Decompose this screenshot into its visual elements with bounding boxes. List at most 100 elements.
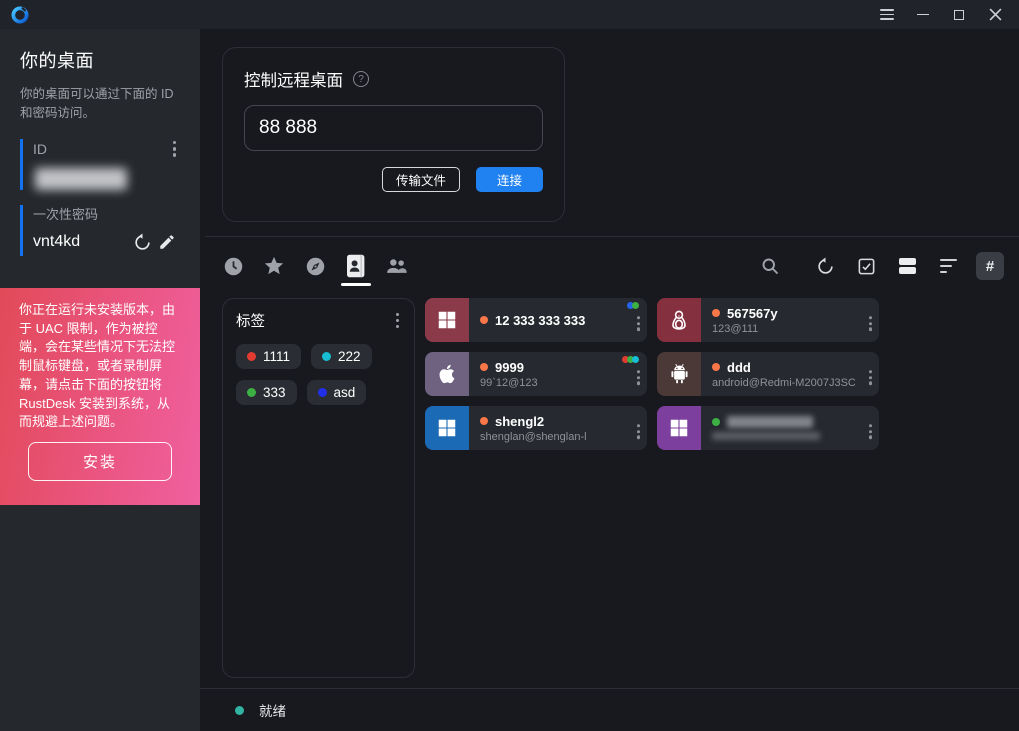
star-icon <box>263 255 285 277</box>
peer-menu-button[interactable] <box>867 361 874 387</box>
tags-menu-button[interactable] <box>394 311 402 331</box>
tab-group[interactable] <box>386 252 408 280</box>
cards-view-button[interactable] <box>894 253 920 279</box>
remote-control-title: 控制远程桌面 <box>244 67 343 91</box>
group-icon <box>385 255 409 277</box>
android-robot-icon <box>657 352 701 396</box>
peer-toolbar: # <box>200 237 1019 295</box>
peer-username: 99`12@123 <box>480 377 623 389</box>
id-block: ID <box>20 139 180 190</box>
peer-menu-button[interactable] <box>635 307 642 333</box>
tag-chip[interactable]: 333 <box>236 380 297 405</box>
help-icon[interactable]: ? <box>353 71 369 87</box>
peer-card[interactable]: shengl2 shenglan@shenglan-l <box>425 406 647 450</box>
tag-label: asd <box>334 385 356 400</box>
peer-card[interactable] <box>657 406 879 450</box>
windows-logo-icon <box>425 406 469 450</box>
refresh-icon <box>133 233 152 252</box>
peer-content: 标签 1111 222 333 <box>200 295 1019 688</box>
statusbar: 就绪 <box>200 688 1019 731</box>
peer-menu-button[interactable] <box>867 415 874 441</box>
tag-chip[interactable]: 1111 <box>236 344 301 369</box>
apple-logo-icon <box>425 352 469 396</box>
checkbox-icon <box>857 257 876 276</box>
tag-label: 1111 <box>263 349 290 364</box>
password-block: 一次性密码 vnt4kd <box>20 205 180 256</box>
peer-card[interactable]: 9999 99`12@123 <box>425 352 647 396</box>
install-button[interactable]: 安装 <box>28 442 172 481</box>
peer-name: ddd <box>727 360 751 375</box>
peer-status-dot <box>480 316 488 324</box>
close-icon <box>989 8 1002 21</box>
remote-id-input[interactable] <box>244 105 543 151</box>
maximize-icon <box>954 10 964 20</box>
desktop-description: 你的桌面可以通过下面的 ID 和密码访问。 <box>20 85 182 124</box>
peer-grid: 12 333 333 333 <box>425 298 879 450</box>
hamburger-icon <box>880 9 894 20</box>
rustdesk-logo-icon <box>10 5 30 25</box>
peer-status-dot <box>480 363 488 371</box>
tag-dot <box>247 388 256 397</box>
tab-address-book[interactable] <box>345 252 367 280</box>
tab-recent-sessions[interactable] <box>222 252 244 280</box>
sidebar: 你的桌面 你的桌面可以通过下面的 ID 和密码访问。 ID 一次性密码 vnt4… <box>0 29 200 731</box>
tags-title: 标签 <box>236 310 265 331</box>
grid-view-icon: # <box>986 258 994 275</box>
desktop-section-title: 你的桌面 <box>20 47 180 73</box>
peer-status-dot <box>480 417 488 425</box>
password-value: vnt4kd <box>33 233 80 251</box>
peer-card[interactable]: 12 333 333 333 <box>425 298 647 342</box>
grid-view-button[interactable]: # <box>976 252 1004 280</box>
peer-card[interactable]: 567567y 123@111 <box>657 298 879 342</box>
window-menu-button[interactable] <box>872 4 902 26</box>
connect-button[interactable]: 连接 <box>476 167 543 192</box>
status-dot <box>235 706 244 715</box>
minimize-button[interactable] <box>908 4 938 26</box>
compass-icon <box>305 256 326 277</box>
maximize-button[interactable] <box>944 4 974 26</box>
warning-text: 你正在运行未安装版本，由于 UAC 限制，作为被控端，会在某些情况下无法控制鼠标… <box>19 301 181 432</box>
peer-username: android@Redmi-M2007J3SC <box>712 377 855 389</box>
peer-name: 9999 <box>495 360 524 375</box>
peer-name: shengl2 <box>495 414 544 429</box>
tab-discovered[interactable] <box>304 252 326 280</box>
id-menu-button[interactable] <box>171 139 179 159</box>
refresh-button[interactable] <box>812 253 838 279</box>
tag-dot <box>318 388 327 397</box>
windows-logo-icon <box>425 298 469 342</box>
list-view-button[interactable] <box>935 253 961 279</box>
remote-control-card: 控制远程桌面 ? 传输文件 连接 <box>222 47 565 222</box>
pencil-icon <box>158 233 176 251</box>
tag-dot <box>247 352 256 361</box>
address-book-icon <box>346 254 366 278</box>
edit-password-button[interactable] <box>158 233 176 251</box>
peer-card[interactable]: ddd android@Redmi-M2007J3SC <box>657 352 879 396</box>
peer-status-dot <box>712 363 720 371</box>
transfer-file-button[interactable]: 传输文件 <box>382 167 460 192</box>
list-view-icon <box>940 259 957 274</box>
peer-menu-button[interactable] <box>867 307 874 333</box>
tag-label: 333 <box>263 385 286 400</box>
clock-icon <box>223 256 244 277</box>
id-label: ID <box>33 141 47 157</box>
peer-username: shenglan@shenglan-l <box>480 431 623 443</box>
tag-chip[interactable]: asd <box>307 380 367 405</box>
refresh-password-button[interactable] <box>133 233 152 252</box>
search-button[interactable] <box>757 253 783 279</box>
tab-favorites[interactable] <box>263 252 285 280</box>
password-label: 一次性密码 <box>33 205 180 223</box>
peer-name: 567567y <box>727 306 778 321</box>
titlebar <box>0 0 1019 29</box>
peer-name-redacted <box>727 416 813 428</box>
tag-chip[interactable]: 222 <box>311 344 372 369</box>
tags-panel: 标签 1111 222 333 <box>222 298 415 678</box>
main-area: 控制远程桌面 ? 传输文件 连接 <box>200 29 1019 731</box>
peer-status-dot <box>712 309 720 317</box>
tag-dot <box>322 352 331 361</box>
peer-menu-button[interactable] <box>635 361 642 387</box>
status-text: 就绪 <box>259 700 286 720</box>
close-button[interactable] <box>980 4 1010 26</box>
cards-view-icon <box>899 258 916 274</box>
select-button[interactable] <box>853 253 879 279</box>
peer-menu-button[interactable] <box>635 415 642 441</box>
